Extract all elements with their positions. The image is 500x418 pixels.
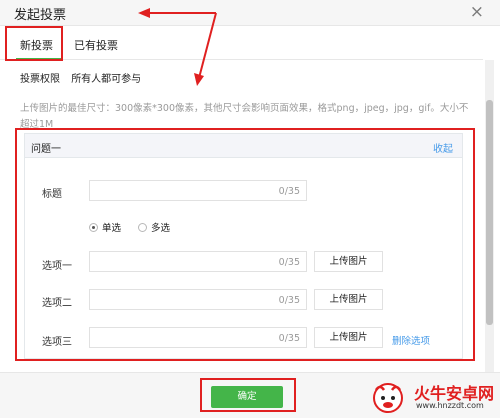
vertical-scrollbar[interactable]	[485, 60, 494, 372]
delete-option-link[interactable]: 删除选项	[392, 333, 430, 347]
option-3-counter: 0/35	[278, 333, 300, 344]
tab-new-vote[interactable]: 新投票	[20, 37, 53, 53]
vote-permission: 投票权限 所有人都可参与	[20, 70, 141, 85]
site-watermark: 火牛安卓网 www.hnzzdt.com	[366, 380, 494, 416]
question-card: 问题一 收起 标题 0/35 单选 多选 选项一 0/35 上传图片 选项二 0…	[24, 133, 463, 359]
permission-value: 所有人都可参与	[71, 74, 142, 85]
title-counter: 0/35	[278, 186, 300, 197]
upload-hint: 上传图片的最佳尺寸：300像素*300像素，其他尺寸会影响页面效果，格式png，…	[20, 103, 469, 130]
option-2-counter: 0/35	[278, 295, 300, 306]
option-2-label: 选项二	[42, 298, 72, 309]
question-header: 问题一 收起	[25, 134, 462, 158]
option-2-input[interactable]: 0/35	[89, 289, 307, 310]
tab-existing-votes[interactable]: 已有投票	[74, 37, 118, 53]
title-input[interactable]: 0/35	[89, 180, 307, 201]
dialog-titlebar: 发起投票 ×	[0, 0, 500, 26]
question-title: 问题一	[31, 144, 61, 155]
option-1-counter: 0/35	[278, 257, 300, 268]
option-2-upload-button[interactable]: 上传图片	[314, 289, 383, 310]
option-1-upload-button[interactable]: 上传图片	[314, 251, 383, 272]
radio-unchecked-icon	[138, 223, 148, 232]
option-3-upload-button[interactable]: 上传图片	[314, 327, 383, 348]
vote-dialog: 发起投票 × 新投票 已有投票 投票权限 所有人都可参与 上传图片的最佳尺寸：3…	[0, 0, 500, 418]
multi-choice-radio[interactable]: 多选	[138, 220, 170, 234]
radio-checked-icon	[89, 223, 98, 232]
option-3-input[interactable]: 0/35	[89, 327, 307, 348]
option-3-label: 选项三	[42, 337, 72, 348]
option-1-input[interactable]: 0/35	[89, 251, 307, 272]
multi-choice-label: 多选	[151, 223, 171, 234]
permission-label: 投票权限	[20, 74, 60, 85]
collapse-link[interactable]: 收起	[433, 140, 453, 155]
choice-type: 单选 多选	[89, 220, 184, 234]
watermark-url: www.hnzzdt.com	[416, 401, 484, 410]
tab-bar: 新投票 已有投票	[0, 27, 483, 60]
active-tab-indicator	[16, 58, 63, 60]
dialog-title: 发起投票	[14, 8, 67, 23]
scrollbar-thumb[interactable]	[486, 100, 493, 325]
bull-logo-icon	[373, 383, 403, 413]
title-label: 标题	[42, 189, 62, 200]
close-icon[interactable]: ×	[470, 2, 484, 22]
single-choice-label: 单选	[102, 223, 122, 234]
option-1-label: 选项一	[42, 261, 72, 272]
confirm-button[interactable]: 确定	[211, 386, 283, 408]
single-choice-radio[interactable]: 单选	[89, 220, 121, 234]
